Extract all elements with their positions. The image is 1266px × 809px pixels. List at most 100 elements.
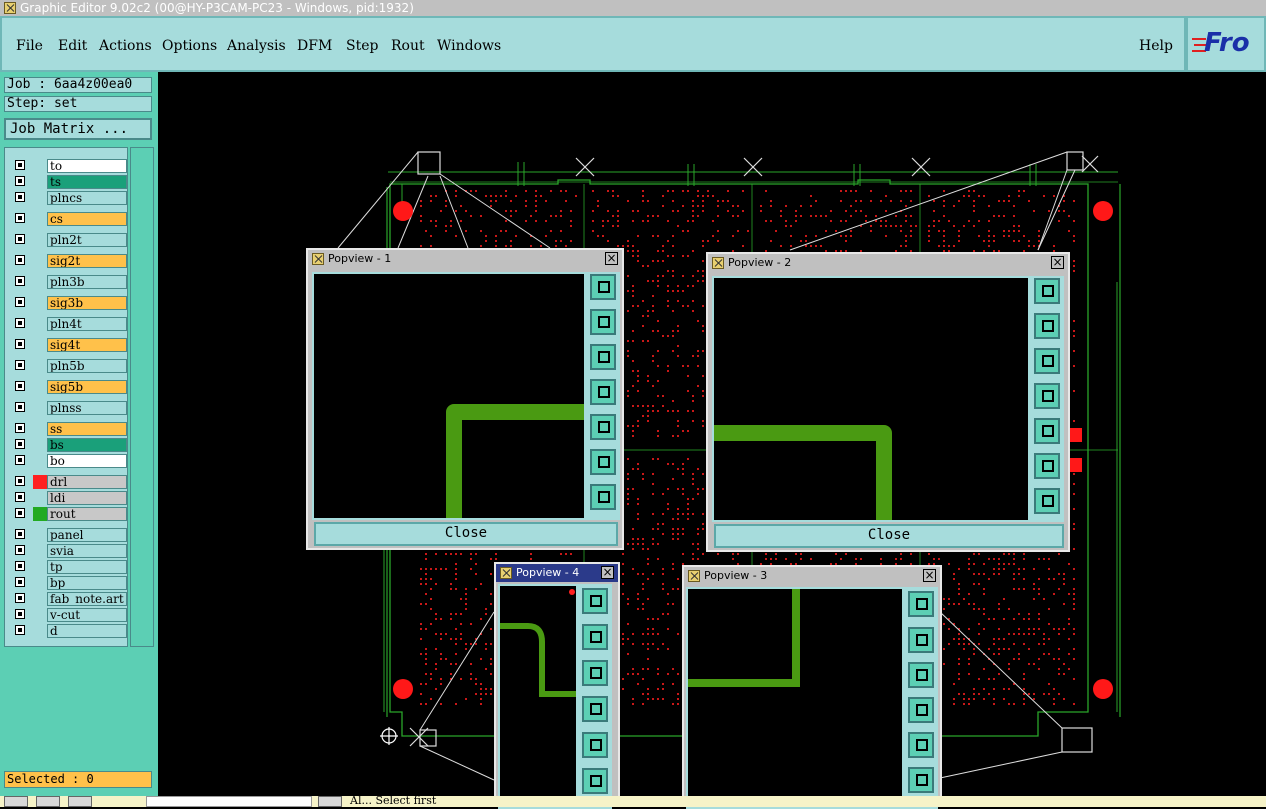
- layer-checkbox[interactable]: [15, 297, 25, 307]
- layer-checkbox[interactable]: [15, 213, 25, 223]
- layer-name[interactable]: panel: [47, 528, 127, 542]
- layer-checkbox[interactable]: [15, 360, 25, 370]
- layer-row-plnss[interactable]: plnss: [11, 401, 131, 415]
- layer-row-ts[interactable]: ts: [11, 175, 131, 189]
- layer-checkbox[interactable]: [15, 577, 25, 587]
- layer-checkbox[interactable]: [15, 234, 25, 244]
- layer-checkbox[interactable]: [15, 439, 25, 449]
- layer-row-bs[interactable]: bs: [11, 438, 131, 452]
- zoom-in-icon[interactable]: [582, 768, 608, 794]
- pan-right-icon[interactable]: [908, 732, 934, 758]
- job-matrix-button[interactable]: Job Matrix ...: [4, 118, 152, 140]
- menu-help[interactable]: Help: [1139, 38, 1173, 54]
- menu-file[interactable]: File: [16, 38, 43, 54]
- menu-options[interactable]: Options: [162, 38, 217, 54]
- layer-checkbox[interactable]: [15, 381, 25, 391]
- status-button-icon[interactable]: [36, 796, 60, 807]
- layer-checkbox[interactable]: [15, 529, 25, 539]
- layer-name[interactable]: v-cut: [47, 608, 127, 622]
- layer-name[interactable]: sig4t: [47, 338, 127, 352]
- layer-checkbox[interactable]: [15, 339, 25, 349]
- zoom-home-icon[interactable]: [908, 591, 934, 617]
- layer-name[interactable]: bs: [47, 438, 127, 452]
- layer-name[interactable]: svia: [47, 544, 127, 558]
- zoom-out-icon[interactable]: [590, 484, 616, 510]
- close-icon[interactable]: ×: [605, 252, 618, 265]
- pan-down-icon[interactable]: [590, 344, 616, 370]
- layer-row-panel[interactable]: panel: [11, 528, 131, 542]
- close-icon[interactable]: ×: [601, 566, 614, 579]
- status-button-icon[interactable]: [4, 796, 28, 807]
- layer-row-bp[interactable]: bp: [11, 576, 131, 590]
- zoom-in-icon[interactable]: [1034, 453, 1060, 479]
- close-icon[interactable]: ×: [923, 569, 936, 582]
- layer-row-sig3b[interactable]: sig3b: [11, 296, 131, 310]
- layer-name[interactable]: bp: [47, 576, 127, 590]
- menu-edit[interactable]: Edit: [58, 38, 87, 54]
- menu-dfm[interactable]: DFM: [297, 38, 332, 54]
- layer-row-rout[interactable]: rout: [11, 507, 131, 521]
- layer-row-tp[interactable]: tp: [11, 560, 131, 574]
- pan-down-icon[interactable]: [908, 662, 934, 688]
- status-button-icon[interactable]: [318, 796, 342, 807]
- layer-checkbox[interactable]: [15, 609, 25, 619]
- pan-down-icon[interactable]: [1034, 348, 1060, 374]
- layer-name[interactable]: tp: [47, 560, 127, 574]
- layer-checkbox[interactable]: [15, 276, 25, 286]
- layer-checkbox[interactable]: [15, 492, 25, 502]
- layer-name[interactable]: bo: [47, 454, 127, 468]
- popview-1-view[interactable]: [312, 272, 586, 520]
- pan-down-icon[interactable]: [582, 660, 608, 686]
- popview-4-titlebar[interactable]: Popview - 4 ×: [496, 564, 618, 582]
- status-button-icon[interactable]: [68, 796, 92, 807]
- pan-left-icon[interactable]: [590, 379, 616, 405]
- layer-row-ss[interactable]: ss: [11, 422, 131, 436]
- layer-name[interactable]: d: [47, 624, 127, 638]
- layer-row-v-cut[interactable]: v-cut: [11, 608, 131, 622]
- zoom-home-icon[interactable]: [590, 274, 616, 300]
- layer-row-sig4t[interactable]: sig4t: [11, 338, 131, 352]
- layer-checkbox[interactable]: [15, 192, 25, 202]
- layer-name[interactable]: ts: [47, 175, 127, 189]
- zoom-out-icon[interactable]: [1034, 488, 1060, 514]
- layer-scrollbar[interactable]: [130, 147, 154, 647]
- layer-checkbox[interactable]: [15, 176, 25, 186]
- popview-1-close-button[interactable]: Close: [314, 522, 618, 546]
- pan-right-icon[interactable]: [582, 732, 608, 758]
- layer-name[interactable]: fab_note.art: [47, 592, 127, 606]
- layer-name[interactable]: pln4t: [47, 317, 127, 331]
- popview-3-view[interactable]: [686, 587, 904, 809]
- layer-row-sig2t[interactable]: sig2t: [11, 254, 131, 268]
- layer-name[interactable]: drl: [47, 475, 127, 489]
- menu-actions[interactable]: Actions: [99, 38, 152, 54]
- layer-name[interactable]: plnss: [47, 401, 127, 415]
- menu-windows[interactable]: Windows: [437, 38, 501, 54]
- pan-up-icon[interactable]: [582, 624, 608, 650]
- pan-up-icon[interactable]: [908, 627, 934, 653]
- layer-checkbox[interactable]: [15, 625, 25, 635]
- layer-checkbox[interactable]: [15, 255, 25, 265]
- layer-name[interactable]: to: [47, 159, 127, 173]
- layer-row-pln3b[interactable]: pln3b: [11, 275, 131, 289]
- layer-name[interactable]: pln2t: [47, 233, 127, 247]
- layer-checkbox[interactable]: [15, 545, 25, 555]
- layer-row-svia[interactable]: svia: [11, 544, 131, 558]
- pan-up-icon[interactable]: [590, 309, 616, 335]
- layer-row-pln5b[interactable]: pln5b: [11, 359, 131, 373]
- layer-checkbox[interactable]: [15, 455, 25, 465]
- close-icon[interactable]: ×: [1051, 256, 1064, 269]
- layer-name[interactable]: ldi: [47, 491, 127, 505]
- layer-name[interactable]: plncs: [47, 191, 127, 205]
- layer-name[interactable]: rout: [47, 507, 127, 521]
- zoom-in-icon[interactable]: [908, 767, 934, 793]
- pan-left-icon[interactable]: [908, 697, 934, 723]
- layer-row-pln4t[interactable]: pln4t: [11, 317, 131, 331]
- zoom-home-icon[interactable]: [582, 588, 608, 614]
- layer-row-plncs[interactable]: plncs: [11, 191, 131, 205]
- layer-name[interactable]: sig2t: [47, 254, 127, 268]
- layer-checkbox[interactable]: [15, 318, 25, 328]
- layer-row-to[interactable]: to: [11, 159, 131, 173]
- pan-left-icon[interactable]: [582, 696, 608, 722]
- layer-checkbox[interactable]: [15, 160, 25, 170]
- menu-rout[interactable]: Rout: [391, 38, 425, 54]
